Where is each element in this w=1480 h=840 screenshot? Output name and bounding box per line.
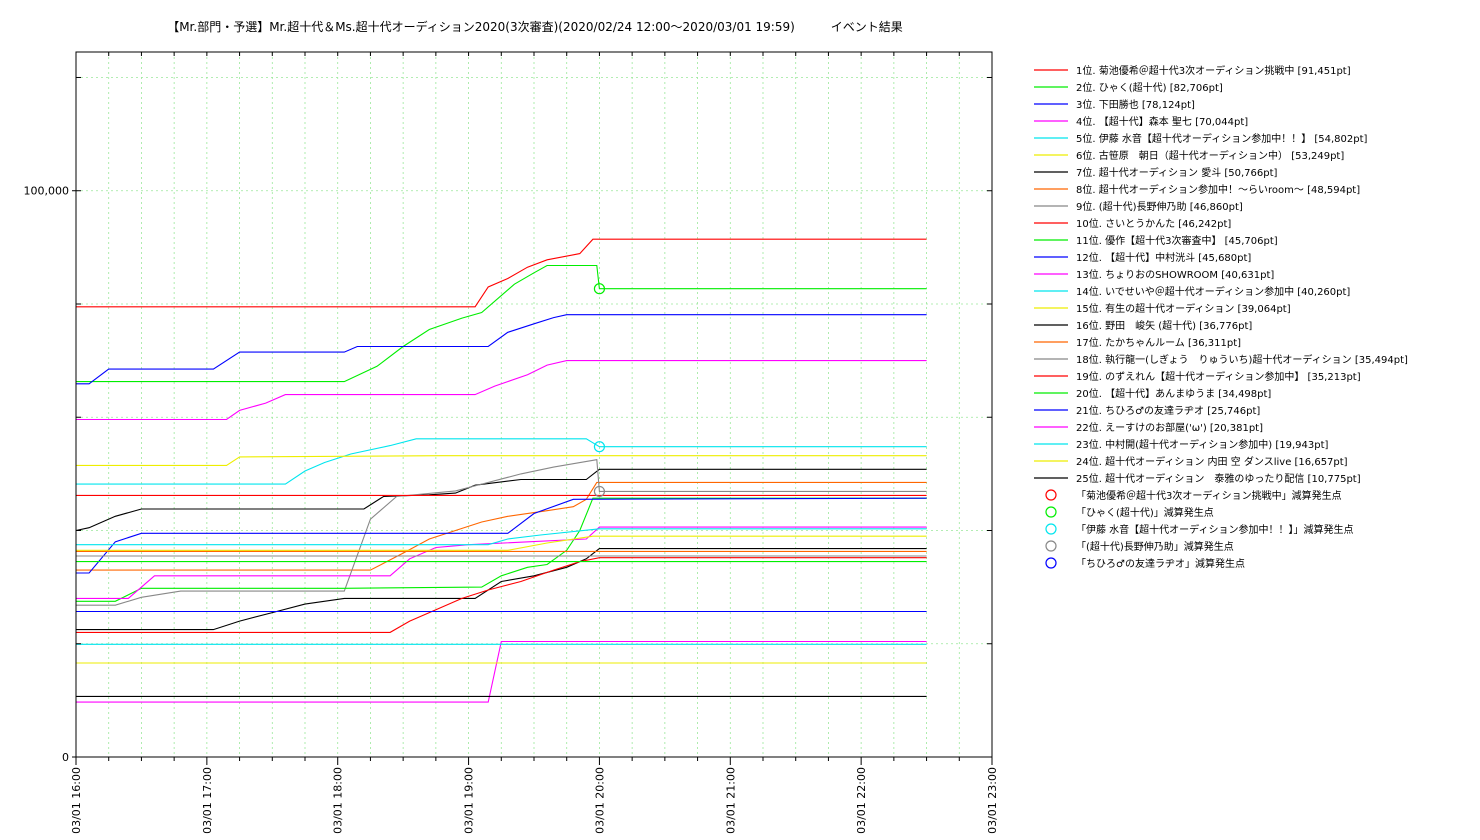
- chart-figure: 【Mr.部門・予選】Mr.超十代＆Ms.超十代オーディション2020(3次審査)…: [0, 0, 1480, 840]
- legend-marker-label-4: 「(超十代)長野伸乃助」減算発生点: [1076, 540, 1234, 553]
- legend-label-4: 4位. 【超十代】森本 聖七 [70,044pt]: [1076, 115, 1248, 128]
- legend-label-25: 25位. 超十代オーディション 泰雅のゆったり配信 [10,775pt]: [1076, 472, 1361, 485]
- grid: [75, 52, 993, 757]
- x-tick-label: 03/01 21:00: [724, 767, 737, 834]
- legend-marker-4: [1045, 540, 1057, 552]
- legend-label-7: 7位. 超十代オーディション 愛斗 [50,766pt]: [1076, 166, 1278, 179]
- x-tick-label: 03/01 20:00: [593, 767, 606, 834]
- legend-label-21: 21位. ちひろ♂の友達ラヂオ [25,746pt]: [1076, 404, 1260, 417]
- legend-label-23: 23位. 中村開(超十代オーディション参加中) [19,943pt]: [1076, 438, 1329, 451]
- legend-marker-3: [1045, 523, 1057, 535]
- markers-group: [593, 283, 606, 498]
- legend-label-14: 14位. いでせいや＠超十代オーディション参加中 [40,260pt]: [1076, 285, 1350, 298]
- legend-label-13: 13位. ちょりおのSHOWROOM [40,631pt]: [1076, 268, 1274, 281]
- y-tick-label: 0: [62, 751, 69, 764]
- legend-marker-label-3: 「伊藤 水音【超十代オーディション参加中！！】」減算発生点: [1076, 523, 1353, 536]
- axes: 0 100,000 03/01 16:00 03/01 17:00 03/01 18:0…: [24, 51, 999, 834]
- legend-marker-1: [1045, 489, 1057, 501]
- legend-label-3: 3位. 下田勝也 [78,124pt]: [1076, 98, 1195, 111]
- legend-marker-5: [1045, 557, 1057, 569]
- x-tick-label: 03/01 19:00: [463, 767, 476, 834]
- legend-marker-2: [1045, 506, 1057, 518]
- legend-marker-label-5: 「ちひろ♂の友達ラヂオ」減算発生点: [1076, 557, 1245, 570]
- legend-label-15: 15位. 有生の超十代オーディション [39,064pt]: [1076, 302, 1291, 315]
- x-tick-label: 03/01 16:00: [70, 767, 83, 834]
- x-tick-label: 03/01 22:00: [855, 767, 868, 834]
- legend-label-8: 8位. 超十代オーディション参加中！～らいroom～ [48,594pt]: [1076, 183, 1360, 196]
- legend-label-24: 24位. 超十代オーディション 内田 空 ダンスlive [16,657pt]: [1076, 455, 1348, 468]
- legend-label-20: 20位. 【超十代】あんまゆうま [34,498pt]: [1076, 387, 1271, 400]
- x-tick-label: 03/01 17:00: [201, 767, 214, 834]
- legend-marker-label-2: 「ひゃく(超十代)」減算発生点: [1076, 506, 1214, 519]
- legend-label-17: 17位. たかちゃんルーム [36,311pt]: [1076, 336, 1241, 349]
- y-tick-label: 100,000: [24, 185, 70, 198]
- legend-label-9: 9位. (超十代)長野伸乃助 [46,860pt]: [1076, 200, 1243, 213]
- legend-label-16: 16位. 野田 峻矢 (超十代) [36,776pt]: [1076, 319, 1252, 332]
- legend-label-6: 6位. 古笹原 朝日（超十代オーディション中） [53,249pt]: [1076, 149, 1344, 162]
- legend-label-2: 2位. ひゃく(超十代) [82,706pt]: [1076, 81, 1223, 94]
- legend-label-10: 10位. さいとうかんた [46,242pt]: [1076, 217, 1231, 230]
- x-tick-label: 03/01 23:00: [986, 767, 999, 834]
- legend-label-5: 5位. 伊藤 水音【超十代オーディション参加中！！】 [54,802pt]: [1076, 132, 1368, 145]
- x-tick-label: 03/01 18:00: [332, 767, 345, 834]
- legend: 1位. 菊池優希＠超十代3次オーディション挑戦中 [91,451pt] 2位. ひ…: [1034, 64, 1408, 570]
- legend-label-18: 18位. 執行龍一(しぎょう りゅういち)超十代オーディション [35,494p…: [1076, 353, 1408, 366]
- legend-marker-label-1: 「菊池優希＠超十代3次オーディション挑戦中」減算発生点: [1076, 489, 1342, 502]
- legend-label-19: 19位. のずえれん【超十代オーディション参加中】 [35,213pt]: [1076, 370, 1361, 383]
- legend-label-1: 1位. 菊池優希＠超十代3次オーディション挑戦中 [91,451pt]: [1076, 64, 1351, 77]
- legend-label-11: 11位. 優作【超十代3次審査中】 [45,706pt]: [1076, 234, 1278, 247]
- line-chart: 0 100,000 03/01 16:00 03/01 17:00 03/01 18:0…: [24, 51, 1408, 834]
- legend-label-22: 22位. えーすけのお部屋('ω') [20,381pt]: [1076, 421, 1263, 434]
- legend-label-12: 12位. 【超十代】中村洸斗 [45,680pt]: [1076, 251, 1251, 264]
